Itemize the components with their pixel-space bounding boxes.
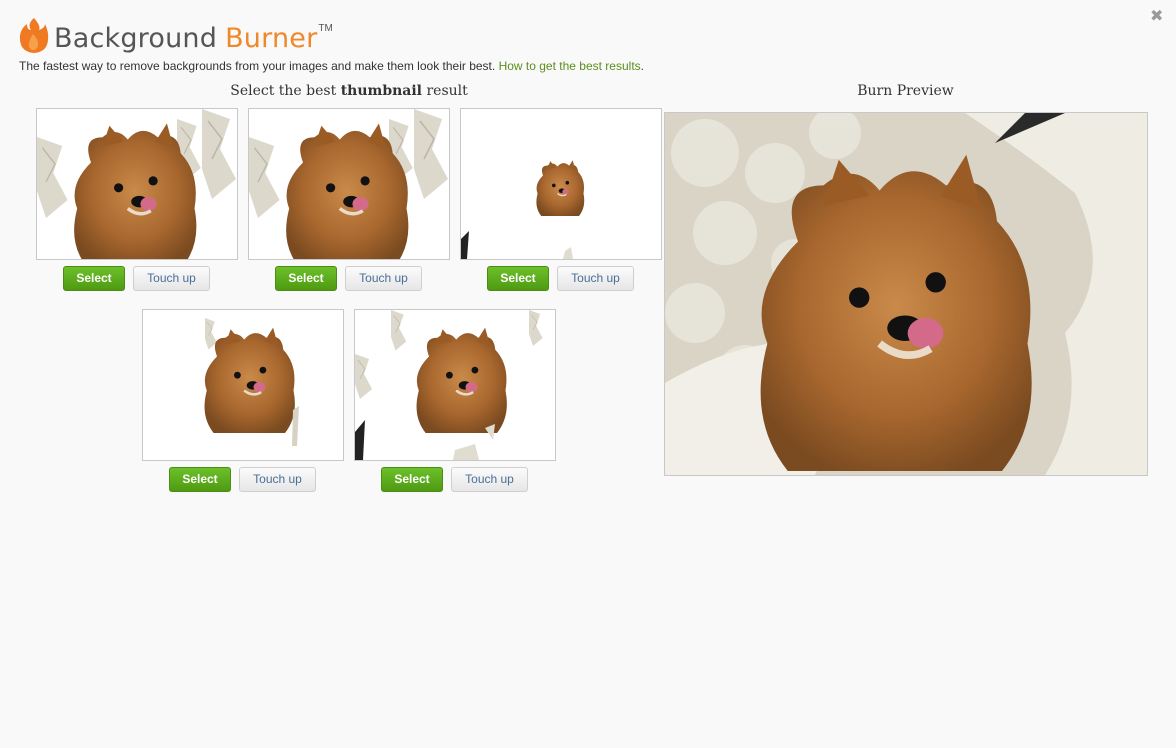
thumbnail-image <box>37 109 237 259</box>
thumbnail-image <box>355 310 543 460</box>
thumbnail-image <box>249 109 449 259</box>
tagline-end: . <box>640 59 644 73</box>
burn-preview-image <box>664 112 1148 476</box>
best-results-link[interactable]: How to get the best results <box>499 59 641 73</box>
touchup-button-3[interactable]: Touch up <box>557 266 634 291</box>
preview-title: Burn Preview <box>857 83 954 99</box>
close-icon[interactable]: ✖ <box>1150 6 1163 26</box>
touchup-button-5[interactable]: Touch up <box>451 467 528 492</box>
thumbnails-title: Select the best thumbnail result <box>36 83 662 99</box>
touchup-button-4[interactable]: Touch up <box>239 467 316 492</box>
thumbnails-title-post: result <box>422 83 468 99</box>
select-button-3[interactable]: Select <box>487 266 549 291</box>
tagline: The fastest way to remove backgrounds fr… <box>19 59 644 73</box>
thumbnail-image <box>461 159 585 259</box>
tagline-text: The fastest way to remove backgrounds fr… <box>19 59 496 73</box>
thumbnail-3[interactable] <box>460 108 662 260</box>
touchup-button-1[interactable]: Touch up <box>133 266 210 291</box>
flame-icon <box>19 18 49 53</box>
select-button-5[interactable]: Select <box>381 467 443 492</box>
thumbnail-5[interactable] <box>354 309 556 461</box>
thumbnails-title-bold: thumbnail <box>340 83 423 99</box>
thumbnail-1[interactable] <box>36 108 238 260</box>
trademark: TM <box>318 23 333 34</box>
logo-text-burner: Burner <box>225 23 318 54</box>
logo: Background Burner TM <box>19 16 333 54</box>
thumbnails-title-pre: Select the best <box>230 83 341 99</box>
thumbnail-4[interactable] <box>142 309 344 461</box>
preview-photo <box>665 113 1147 475</box>
logo-text-background: Background <box>54 23 218 54</box>
thumbnail-image <box>203 317 299 446</box>
touchup-button-2[interactable]: Touch up <box>345 266 422 291</box>
thumbnail-2[interactable] <box>248 108 450 260</box>
select-button-2[interactable]: Select <box>275 266 337 291</box>
select-button-4[interactable]: Select <box>169 467 231 492</box>
select-button-1[interactable]: Select <box>63 266 125 291</box>
